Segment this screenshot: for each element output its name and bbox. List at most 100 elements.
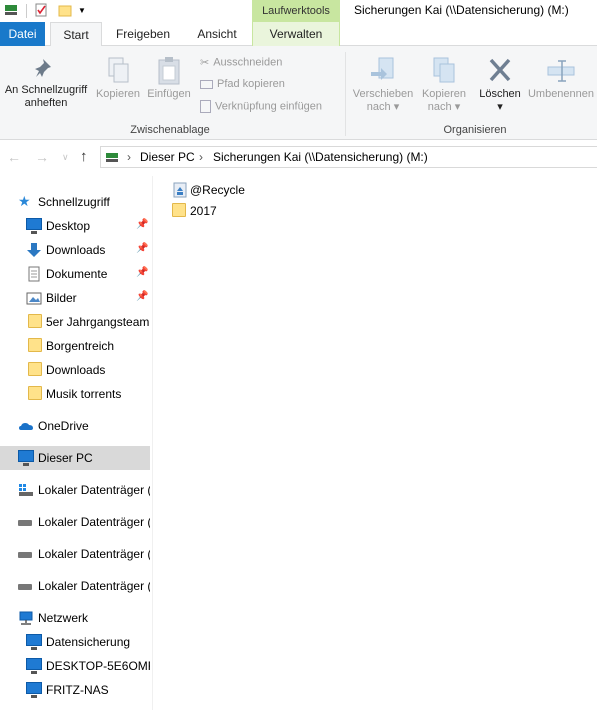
breadcrumb-separator-icon[interactable]: › [127, 150, 131, 164]
network-icon [18, 610, 34, 626]
pane-divider[interactable] [152, 176, 153, 710]
tab-start[interactable]: Start [50, 22, 102, 47]
breadcrumb-this-pc[interactable]: Dieser PC [140, 150, 195, 164]
hard-drive-icon [18, 578, 34, 594]
tab-share[interactable]: Freigeben [106, 22, 180, 46]
copy-label: Kopieren [95, 88, 141, 100]
star-icon: ★ [18, 193, 31, 209]
copy-to-label-1: Kopieren [421, 88, 467, 100]
move-to-icon [350, 56, 416, 88]
breadcrumb-current-drive[interactable]: Sicherungen Kai (\\Datensicherung) (M:) [213, 150, 428, 164]
cut-label: Ausschneiden [213, 56, 283, 69]
nav-local-drive-4[interactable]: Lokaler Datenträger ( [0, 574, 150, 598]
rename-button[interactable]: Umbenennen [526, 56, 596, 101]
pin-icon: 📌 [136, 219, 149, 230]
nav-network[interactable]: Netzwerk [0, 606, 150, 630]
drive-tools-header: Laufwerktools [252, 0, 340, 22]
nav-this-pc[interactable]: Dieser PC [0, 446, 150, 470]
nav-folder-downloads[interactable]: Downloads [0, 358, 150, 382]
pin-icon: 📌 [136, 243, 149, 254]
computer-icon [26, 634, 42, 650]
pin-icon: 📌 [136, 267, 149, 278]
nav-local-drive-1[interactable]: Lokaler Datenträger ( [0, 478, 150, 502]
tab-manage[interactable]: Verwalten [252, 22, 340, 46]
hard-drive-icon [18, 514, 34, 530]
folder-icon [28, 338, 44, 354]
nav-documents[interactable]: Dokumente 📌 [0, 262, 150, 286]
paste-button[interactable]: Einfügen [144, 56, 194, 101]
tab-file[interactable]: Datei [0, 22, 45, 46]
delete-x-icon [474, 56, 526, 88]
nav-desktop[interactable]: Desktop 📌 [0, 214, 150, 238]
delete-dropdown-icon[interactable]: ▾ [474, 101, 526, 114]
windows-drive-icon [18, 482, 34, 498]
hard-drive-icon [18, 546, 34, 562]
address-bar[interactable]: › Dieser PC › Sicherungen Kai (\\Datensi… [100, 146, 597, 168]
copy-path-button[interactable]: Pfad kopieren [200, 78, 285, 90]
copy-to-button[interactable]: Kopieren nach ▾ [416, 56, 472, 114]
group-separator [345, 52, 346, 136]
window-title: Sicherungen Kai (\\Datensicherung) (M:) [354, 3, 569, 17]
desktop-icon [26, 218, 42, 234]
copy-button[interactable]: Kopieren [94, 56, 142, 101]
folder-icon [28, 314, 44, 330]
shortcut-icon [200, 100, 211, 113]
move-to-button[interactable]: Verschieben nach ▾ [350, 56, 416, 114]
new-folder-icon[interactable] [58, 3, 72, 17]
file-item-recycle[interactable]: @Recycle [172, 180, 312, 200]
pin-icon: 📌 [136, 291, 149, 302]
clipboard-group-label: Zwischenablage [130, 124, 210, 136]
title-bar: ▼ Laufwerktools Sicherungen Kai (\\Daten… [0, 0, 597, 22]
delete-label: Löschen [479, 88, 521, 100]
pin-label-2: anheften [24, 97, 68, 109]
computer-icon [18, 450, 34, 466]
navigation-pane: ★ Schnellzugriff Desktop 📌 Downloads 📌 D… [0, 188, 152, 710]
paste-label: Einfügen [147, 88, 191, 100]
paste-icon [144, 56, 194, 88]
folder-icon [172, 203, 188, 219]
quick-access-separator [26, 4, 27, 18]
ribbon: An Schnellzugriff anheften Kopieren Einf… [0, 46, 597, 140]
delete-button[interactable]: Löschen ▾ [474, 56, 526, 114]
paste-shortcut-button[interactable]: Verknüpfung einfügen [200, 100, 322, 113]
nav-folder-musik-torrents[interactable]: Musik torrents [0, 382, 150, 406]
cut-button[interactable]: ✂ Ausschneiden [200, 56, 282, 69]
computer-icon [26, 658, 42, 674]
move-to-label-1: Verschieben [352, 88, 414, 100]
nav-network-fritz-nas[interactable]: FRITZ-NAS [0, 678, 150, 702]
computer-icon [26, 682, 42, 698]
nav-network-desktop[interactable]: DESKTOP-5E6OMRK [0, 654, 150, 678]
rename-label: Umbenennen [527, 88, 595, 100]
pin-label-1: An Schnellzugriff [4, 84, 88, 96]
nav-folder-borgentreich[interactable]: Borgentreich [0, 334, 150, 358]
file-item-2017[interactable]: 2017 [172, 201, 312, 221]
pictures-icon [26, 290, 42, 306]
ribbon-tabs: Datei Start Freigeben Ansicht Verwalten [0, 22, 597, 47]
up-arrow-icon[interactable]: ↑ [80, 148, 88, 165]
customize-quick-access-icon[interactable]: ▼ [78, 6, 92, 20]
copy-to-label-2: nach ▾ [427, 101, 461, 113]
folder-icon [28, 362, 44, 378]
nav-local-drive-3[interactable]: Lokaler Datenträger ( [0, 542, 150, 566]
recent-locations-chevron-icon[interactable]: ∨ [62, 152, 69, 163]
scissors-icon: ✂ [200, 57, 210, 69]
recycle-folder-icon [172, 182, 188, 198]
nav-folder-5er-jahrgangsteam[interactable]: 5er Jahrgangsteam [0, 310, 150, 334]
back-arrow-icon[interactable]: ← [7, 149, 21, 165]
nav-quick-access[interactable]: ★ Schnellzugriff [0, 190, 150, 214]
nav-pictures[interactable]: Bilder 📌 [0, 286, 150, 310]
nav-onedrive[interactable]: OneDrive [0, 414, 150, 438]
pin-quick-access-button[interactable]: An Schnellzugriff anheften [0, 56, 92, 110]
nav-network-datensicherung[interactable]: Datensicherung [0, 630, 150, 654]
forward-arrow-icon[interactable]: → [35, 149, 49, 165]
tab-view[interactable]: Ansicht [184, 22, 250, 46]
documents-icon [26, 266, 42, 282]
paste-shortcut-label: Verknüpfung einfügen [215, 100, 323, 113]
properties-icon[interactable] [34, 3, 48, 17]
breadcrumb-separator-icon[interactable]: › [199, 150, 203, 164]
copy-path-label: Pfad kopieren [217, 78, 285, 90]
nav-local-drive-2[interactable]: Lokaler Datenträger ( [0, 510, 150, 534]
download-arrow-icon [26, 242, 42, 258]
drive-app-icon[interactable] [4, 3, 18, 17]
nav-downloads-pinned[interactable]: Downloads 📌 [0, 238, 150, 262]
